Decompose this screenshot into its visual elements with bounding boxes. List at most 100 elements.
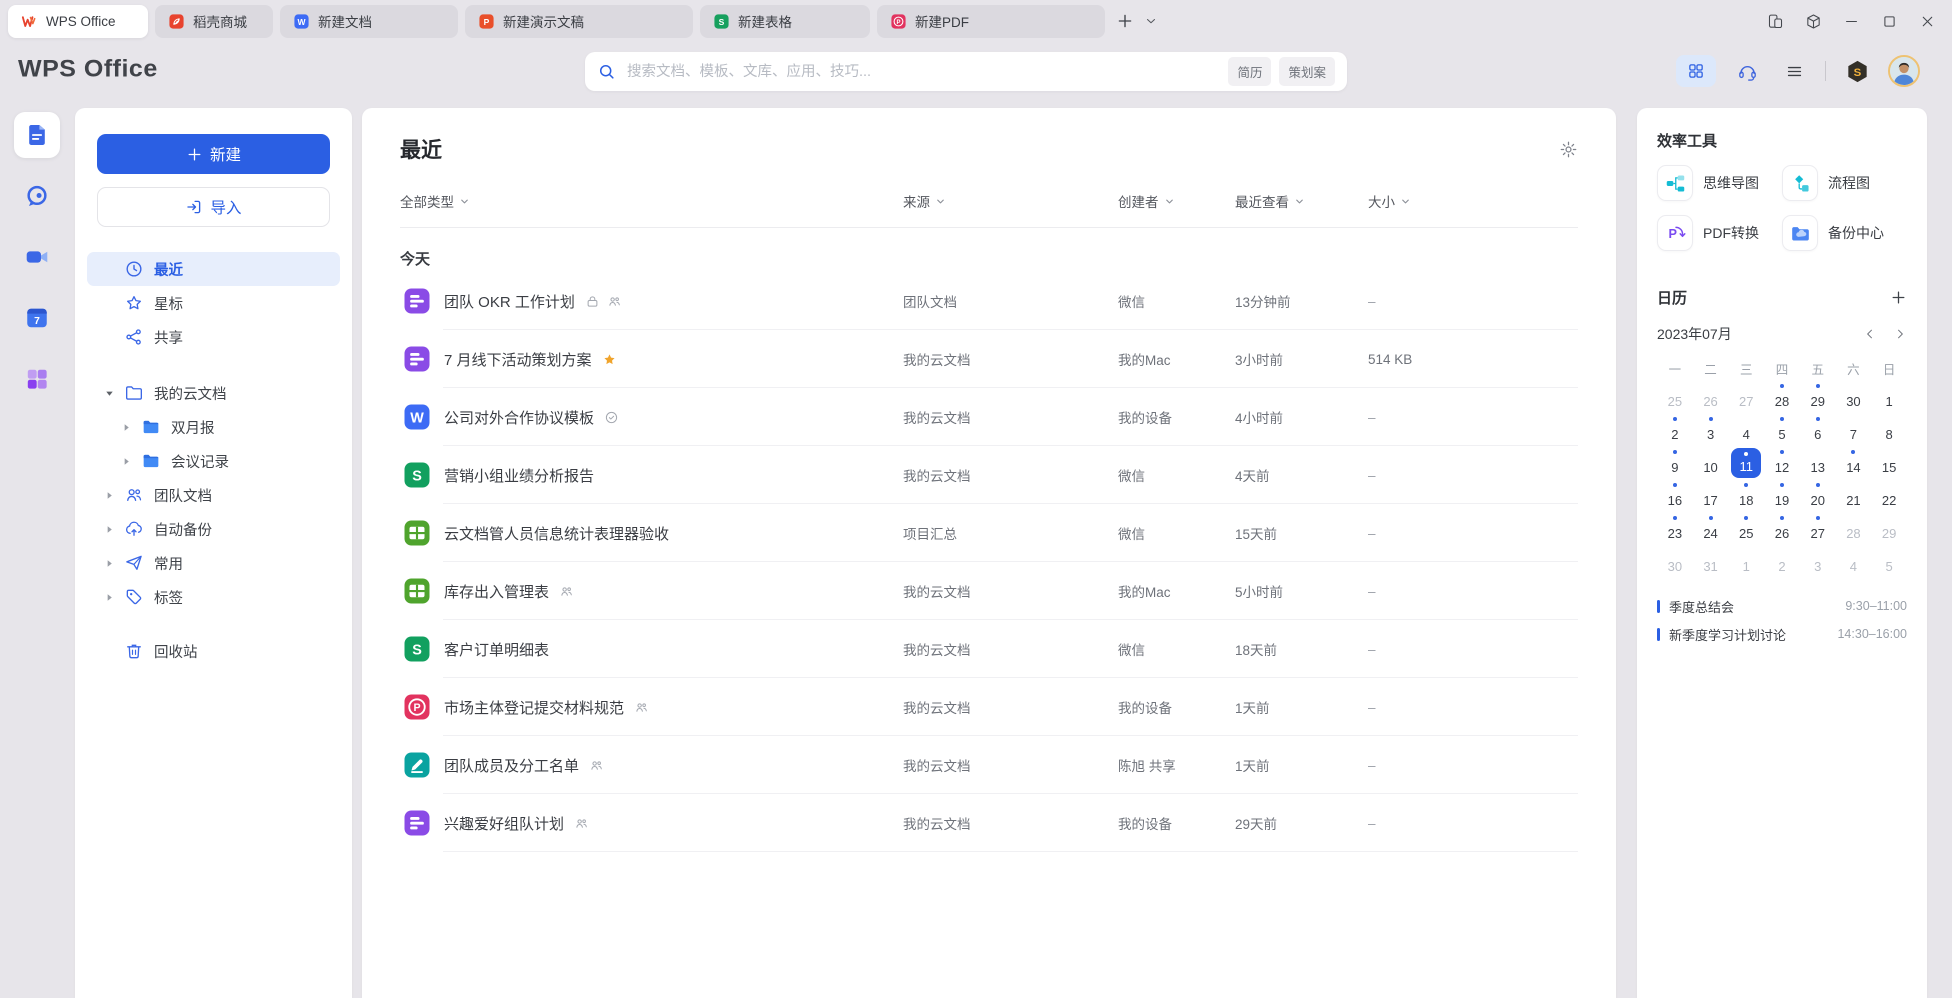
sidebar-item-starred[interactable]: 星标 [87,286,340,320]
caret-right-icon[interactable] [120,422,132,433]
main-menu-button[interactable] [1778,55,1810,87]
device-sync-button[interactable] [1760,6,1790,36]
calendar-day[interactable]: 19 [1764,479,1800,512]
calendar-day[interactable]: 25 [1657,380,1693,413]
calendar-day[interactable]: 3 [1800,545,1836,578]
caret-right-icon[interactable] [103,592,115,603]
tab-new-pdf[interactable]: P新建PDF [877,5,1105,38]
membership-badge[interactable]: S [1841,55,1873,87]
search-tag-plan[interactable]: 策划案 [1279,57,1335,86]
calendar-day[interactable]: 27 [1728,380,1764,413]
caret-right-icon[interactable] [120,456,132,467]
calendar-day[interactable]: 6 [1800,413,1836,446]
calendar-day[interactable]: 5 [1871,545,1907,578]
file-row[interactable]: S客户订单明细表我的云文档微信18天前– [400,620,1578,678]
maximize-button[interactable] [1874,6,1904,36]
search-input[interactable] [625,63,1220,81]
new-tab-button[interactable] [1112,8,1138,34]
calendar-day[interactable]: 13 [1800,446,1836,479]
filter-size[interactable]: 大小 [1368,191,1411,211]
filter-source[interactable]: 来源 [903,191,946,211]
tab-new-writer-doc[interactable]: W新建文档 [280,5,458,38]
file-row[interactable]: W公司对外合作协议模板我的云文档我的设备4小时前– [400,388,1578,446]
rail-item-collaboration[interactable] [14,173,60,219]
sidebar-item-recent[interactable]: 最近 [87,252,340,286]
rail-item-apps[interactable] [14,356,60,402]
calendar-day[interactable]: 29 [1800,380,1836,413]
calendar-day[interactable]: 5 [1764,413,1800,446]
calendar-day[interactable]: 23 [1657,512,1693,545]
filter-creator[interactable]: 创建者 [1118,191,1175,211]
calendar-day[interactable]: 26 [1764,512,1800,545]
calendar-day[interactable]: 2 [1764,545,1800,578]
file-row[interactable]: P市场主体登记提交材料规范我的云文档我的设备1天前– [400,678,1578,736]
calendar-day[interactable]: 21 [1836,479,1872,512]
calendar-day[interactable]: 12 [1764,446,1800,479]
caret-right-icon[interactable] [103,524,115,535]
tab-list-button[interactable] [1138,8,1164,34]
calendar-day[interactable]: 2 [1657,413,1693,446]
tool-backup-center[interactable]: 备份中心 [1782,215,1907,251]
sidebar-item-meeting-notes[interactable]: 会议记录 [87,444,340,478]
calendar-day[interactable]: 25 [1728,512,1764,545]
apps-launcher-button[interactable] [1676,55,1716,87]
close-button[interactable] [1912,6,1942,36]
user-avatar[interactable] [1888,55,1920,87]
calendar-day[interactable]: 11 [1728,446,1764,479]
caret-right-icon[interactable] [103,490,115,501]
calendar-day[interactable]: 27 [1800,512,1836,545]
sidebar-item-bimonthly-report[interactable]: 双月报 [87,410,340,444]
tool-mindmap[interactable]: 思维导图 [1657,165,1782,201]
calendar-day[interactable]: 4 [1836,545,1872,578]
tab-new-spreadsheet[interactable]: S新建表格 [700,5,870,38]
sidebar-item-recycle-bin[interactable]: 回收站 [87,634,340,668]
calendar-day[interactable]: 16 [1657,479,1693,512]
calendar-day[interactable]: 18 [1728,479,1764,512]
search-tag-resume[interactable]: 简历 [1228,57,1271,86]
sidebar-item-shared[interactable]: 共享 [87,320,340,354]
file-row[interactable]: 云文档管人员信息统计表理器验收项目汇总微信15天前– [400,504,1578,562]
tool-pdf-convert[interactable]: PPDF转换 [1657,215,1782,251]
file-row[interactable]: 兴趣爱好组队计划我的云文档我的设备29天前– [400,794,1578,852]
add-event-button[interactable] [1890,289,1907,306]
file-row[interactable]: S营销小组业绩分析报告我的云文档微信4天前– [400,446,1578,504]
support-button[interactable] [1731,55,1763,87]
sidebar-item-tags[interactable]: 标签 [87,580,340,614]
filter-viewed[interactable]: 最近查看 [1235,191,1305,211]
calendar-day[interactable]: 17 [1693,479,1729,512]
import-button[interactable]: 导入 [97,187,330,227]
rail-item-calendar[interactable]: 7 [14,295,60,341]
calendar-day[interactable]: 1 [1728,545,1764,578]
tool-flowchart[interactable]: 流程图 [1782,165,1907,201]
calendar-day[interactable]: 26 [1693,380,1729,413]
calendar-day[interactable]: 1 [1871,380,1907,413]
workspace-button[interactable] [1798,6,1828,36]
new-document-button[interactable]: 新建 [97,134,330,174]
file-row[interactable]: 7 月线下活动策划方案我的云文档我的Mac3小时前514 KB [400,330,1578,388]
calendar-day[interactable]: 29 [1871,512,1907,545]
calendar-day[interactable]: 31 [1693,545,1729,578]
calendar-day[interactable]: 3 [1693,413,1729,446]
caret-right-icon[interactable] [103,558,115,569]
calendar-day[interactable]: 15 [1871,446,1907,479]
rail-item-meetings[interactable] [14,234,60,280]
calendar-prev-button[interactable] [1863,327,1877,341]
calendar-next-button[interactable] [1893,327,1907,341]
settings-gear-icon[interactable] [1559,140,1578,159]
calendar-day[interactable]: 20 [1800,479,1836,512]
calendar-day[interactable]: 10 [1693,446,1729,479]
filter-type[interactable]: 全部类型 [400,191,470,211]
sidebar-item-auto-backup[interactable]: 自动备份 [87,512,340,546]
tab-wps-office[interactable]: WPS Office [8,5,148,38]
minimize-button[interactable] [1836,6,1866,36]
caret-down-icon[interactable] [103,388,115,399]
calendar-event[interactable]: 季度总结会9:30–11:00 [1657,592,1907,620]
calendar-day[interactable]: 30 [1836,380,1872,413]
calendar-day[interactable]: 30 [1657,545,1693,578]
calendar-day[interactable]: 28 [1764,380,1800,413]
sidebar-item-my-cloud-docs[interactable]: 我的云文档 [87,376,340,410]
calendar-day[interactable]: 9 [1657,446,1693,479]
file-row[interactable]: 库存出入管理表我的云文档我的Mac5小时前– [400,562,1578,620]
tab-docer-store[interactable]: 稻壳商城 [155,5,273,38]
tab-new-presentation[interactable]: P新建演示文稿 [465,5,693,38]
